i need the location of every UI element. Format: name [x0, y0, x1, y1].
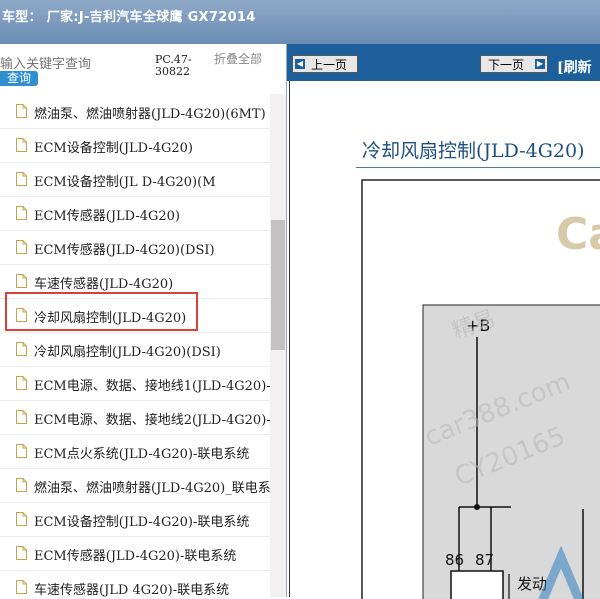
- document-icon: [16, 138, 27, 152]
- tree-item[interactable]: ECM设备控制(JLD-4G20)-联电系统: [0, 502, 270, 537]
- relay-box: [450, 570, 504, 599]
- tree-scrollbar[interactable]: [270, 94, 286, 597]
- tree-item[interactable]: ECM点火系统(JLD-4G20)-联电系统: [0, 434, 270, 469]
- title-underline: [356, 167, 600, 168]
- tree-item-label: ECM设备控制(JL D-4G20)(M: [34, 175, 216, 190]
- document-icon: [16, 172, 27, 186]
- document-icon: [16, 376, 27, 390]
- tree-item-label: ECM传感器(JLD-4G20): [34, 209, 180, 224]
- tree-item-label: 燃油泵、燃油喷射器(JLD-4G20)_联电系统: [34, 481, 270, 496]
- tree-item[interactable]: 燃油泵、燃油喷射器(JLD-4G20)_联电系统: [0, 468, 270, 503]
- document-icon: [16, 512, 27, 526]
- tree-item[interactable]: ECM设备控制(JLD-4G20): [0, 128, 270, 163]
- arrow-left-icon: ◀: [295, 59, 305, 69]
- tree-item[interactable]: ECM设备控制(JL D-4G20)(M: [0, 162, 270, 197]
- scrollbar-thumb[interactable]: [271, 220, 285, 350]
- tree-item-label: 车速传感器(JLD-4G20): [34, 277, 174, 292]
- tree-item-label: ECM电源、数据、接地线1(JLD-4G20)-联: [34, 379, 270, 394]
- document-icon: [16, 580, 27, 594]
- document-icon: [16, 206, 27, 220]
- tree-item-label: 车速传感器(JLD 4G20)-联电系统: [34, 583, 230, 597]
- tree-item[interactable]: ECM传感器(JLD-4G20): [0, 196, 270, 231]
- document-icon: [16, 546, 27, 560]
- document-icon: [16, 274, 27, 288]
- search-button[interactable]: 查询: [0, 71, 38, 86]
- watermark-brand: Ca: [556, 209, 600, 260]
- tree-item[interactable]: ECM传感器(JLD-4G20)-联电系统: [0, 536, 270, 571]
- tree-item-label: ECM电源、数据、接地线2(JLD-4G20)-联: [34, 413, 270, 428]
- next-page-label: 下一页: [488, 58, 525, 72]
- search-area: 查询 PC.47-30822 折叠全部: [0, 44, 286, 94]
- refresh-link[interactable]: [刷新: [557, 57, 592, 77]
- document-icon: [16, 342, 27, 356]
- document-icon: [16, 240, 27, 254]
- tree-item-label: ECM设备控制(JLD-4G20): [34, 141, 193, 156]
- collapse-all-button[interactable]: 折叠全部: [214, 53, 264, 66]
- title-bar: 车型： 厂家:J-吉利汽车全球鹰 GX72014: [0, 0, 600, 45]
- document-icon: [16, 104, 27, 118]
- window-title: 车型： 厂家:J-吉利汽车全球鹰 GX72014: [2, 10, 256, 25]
- left-panel: 查询 PC.47-30822 折叠全部 燃油泵、燃油喷射器(JLD-4G20)(…: [0, 44, 287, 597]
- prev-page-button[interactable]: ◀ 上一页: [292, 55, 358, 73]
- tree-item-label: ECM传感器(JLD-4G20)-联电系统: [34, 549, 237, 564]
- tree-item[interactable]: 车速传感器(JLD 4G20)-联电系统: [0, 570, 270, 597]
- wiring-diagram: Ca +B 86 87 发动 精易 car388.com CY20165: [361, 179, 600, 599]
- pin-87-label: 87: [475, 551, 494, 569]
- selection-highlight: [5, 292, 198, 331]
- tree-item-label: 燃油泵、燃油喷射器(JLD-4G20)(6MT): [34, 107, 266, 122]
- tree-item-label: 冷却风扇控制(JLD-4G20)(DSI): [34, 345, 221, 360]
- tree-item-label: ECM传感器(JLD-4G20)(DSI): [34, 243, 215, 258]
- tree-item[interactable]: ECM电源、数据、接地线1(JLD-4G20)-联: [0, 366, 270, 401]
- tree-item[interactable]: ECM电源、数据、接地线2(JLD-4G20)-联: [0, 400, 270, 435]
- document-content: 冷却风扇控制(JLD-4G20) Ca +B 86 87 发动 精易 car38…: [289, 81, 600, 599]
- document-icon: [16, 478, 27, 492]
- document-icon: [16, 444, 27, 458]
- tree-item[interactable]: 燃油泵、燃油喷射器(JLD-4G20)(6MT): [0, 94, 270, 129]
- tree-item[interactable]: ECM传感器(JLD-4G20)(DSI): [0, 230, 270, 265]
- right-panel: ◀ 上一页 下一页 ▶ [刷新 冷却风扇控制(JLD-4G20) Ca +B 8…: [287, 44, 600, 599]
- catalog-code: PC.47-30822: [155, 53, 192, 78]
- prev-page-label: 上一页: [311, 58, 348, 72]
- page-nav-bar: ◀ 上一页 下一页 ▶ [刷新: [287, 44, 600, 81]
- document-icon: [16, 410, 27, 424]
- arrow-right-icon: ▶: [535, 59, 545, 69]
- document-tree: 燃油泵、燃油喷射器(JLD-4G20)(6MT) ECM设备控制(JLD-4G20…: [0, 94, 270, 597]
- tree-item[interactable]: 冷却风扇控制(JLD-4G20)(DSI): [0, 332, 270, 367]
- page-title: 冷却风扇控制(JLD-4G20): [362, 140, 585, 162]
- tree-item-label: ECM设备控制(JLD-4G20)-联电系统: [34, 515, 250, 530]
- tree-item-label: ECM点火系统(JLD-4G20)-联电系统: [34, 447, 250, 462]
- next-page-button[interactable]: 下一页 ▶: [480, 55, 548, 73]
- pin-86-label: 86: [445, 551, 464, 569]
